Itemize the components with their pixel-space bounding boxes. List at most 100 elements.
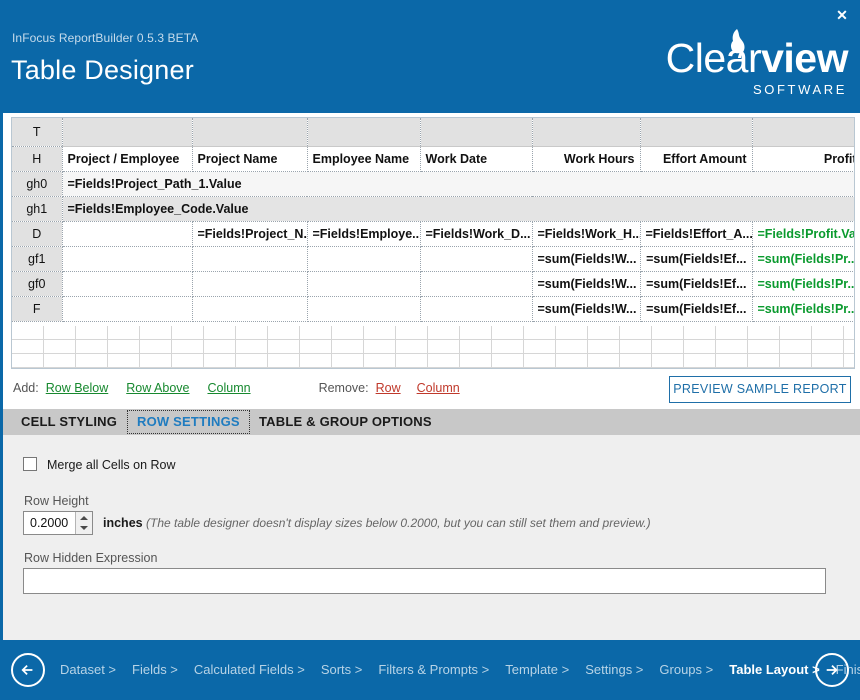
preview-sample-report-button[interactable]: PREVIEW SAMPLE REPORT	[669, 376, 851, 403]
merge-all-cells-label: Merge all Cells on Row	[47, 458, 176, 472]
cell-gf0-3[interactable]	[420, 271, 533, 297]
merge-all-cells-checkbox[interactable]	[23, 457, 37, 471]
table-row-h[interactable]: H Project / Employee Project Name Employee …	[12, 146, 854, 172]
cell-t-2[interactable]	[307, 118, 421, 147]
cell-f-5[interactable]: =sum(Fields!Ef...	[640, 296, 753, 322]
cell-h-1[interactable]: Project Name	[192, 146, 308, 172]
cell-gf1-6[interactable]: =sum(Fields!Pr...	[752, 246, 854, 272]
row-header-d[interactable]: D	[12, 221, 63, 247]
cell-f-6[interactable]: =sum(Fields!Pr...	[752, 296, 854, 322]
close-icon[interactable]: ✕	[833, 6, 851, 24]
cell-d-2[interactable]: =Fields!Employe...	[307, 221, 421, 247]
cell-t-3[interactable]	[420, 118, 533, 147]
cell-d-3[interactable]: =Fields!Work_D...	[420, 221, 533, 247]
cell-h-6[interactable]: Profit	[752, 146, 854, 172]
cell-f-4[interactable]: =sum(Fields!W...	[532, 296, 641, 322]
table-row-gh0[interactable]: gh0 =Fields!Project_Path_1.Value	[12, 171, 854, 197]
cell-gf0-5[interactable]: =sum(Fields!Ef...	[640, 271, 753, 297]
wizard-step-settings[interactable]: Settings >	[585, 662, 643, 677]
table-row-gf0[interactable]: gf0 =sum(Fields!W... =sum(Fields!Ef... =sum…	[12, 271, 854, 297]
cell-d-5[interactable]: =Fields!Effort_A...	[640, 221, 753, 247]
table-row-t[interactable]: T	[12, 118, 854, 147]
add-column-link[interactable]: Column	[207, 381, 250, 395]
cell-d-1[interactable]: =Fields!Project_N...	[192, 221, 308, 247]
table-row-gf1[interactable]: gf1 =sum(Fields!W... =sum(Fields!Ef... =sum…	[12, 246, 854, 272]
row-height-stepper[interactable]: 0.2000	[23, 511, 93, 535]
merge-cells-row: Merge all Cells on Row	[23, 456, 176, 474]
remove-row-link[interactable]: Row	[376, 381, 401, 395]
row-header-h[interactable]: H	[12, 146, 63, 172]
cell-t-1[interactable]	[192, 118, 308, 147]
row-height-value[interactable]: 0.2000	[24, 512, 75, 534]
cell-t-5[interactable]	[640, 118, 753, 147]
tab-row-settings[interactable]: ROW SETTINGS	[127, 410, 250, 434]
cell-gf0-0[interactable]	[62, 271, 193, 297]
table-row-d[interactable]: D =Fields!Project_N... =Fields!Employe... =…	[12, 221, 854, 247]
cell-h-3[interactable]: Work Date	[420, 146, 533, 172]
row-header-gh1[interactable]: gh1	[12, 196, 63, 222]
wizard-step-sorts[interactable]: Sorts >	[321, 662, 363, 677]
row-height-label: Row Height	[24, 494, 89, 508]
add-row-above-link[interactable]: Row Above	[126, 381, 189, 395]
table-grid[interactable]: T H Project / Employee Project Name Employee…	[11, 117, 855, 369]
cell-gf0-2[interactable]	[307, 271, 421, 297]
row-height-hint: (The table designer doesn't display size…	[146, 516, 651, 530]
cell-gf1-4[interactable]: =sum(Fields!W...	[532, 246, 641, 272]
wizard-step-fields[interactable]: Fields >	[132, 662, 178, 677]
cell-f-2[interactable]	[307, 296, 421, 322]
next-button[interactable]	[815, 653, 849, 687]
cell-gf1-5[interactable]: =sum(Fields!Ef...	[640, 246, 753, 272]
cell-f-3[interactable]	[420, 296, 533, 322]
wizard-step-dataset[interactable]: Dataset >	[60, 662, 116, 677]
row-header-gf1[interactable]: gf1	[12, 246, 63, 272]
settings-tabstrip: CELL STYLING ROW SETTINGS TABLE & GROUP …	[0, 409, 860, 435]
cell-h-2[interactable]: Employee Name	[307, 146, 421, 172]
merged-cell[interactable]: =Fields!Project_Path_1.Value	[62, 171, 854, 197]
add-row-below-link[interactable]: Row Below	[46, 381, 109, 395]
cell-d-0[interactable]	[62, 221, 193, 247]
wizard-step-filters-prompts[interactable]: Filters & Prompts >	[378, 662, 489, 677]
row-header-gf0[interactable]: gf0	[12, 271, 63, 297]
cell-f-0[interactable]	[62, 296, 193, 322]
table-layout-grid[interactable]: T H Project / Employee Project Name Employee…	[12, 118, 854, 322]
cell-t-0[interactable]	[62, 118, 193, 147]
cell-gf0-4[interactable]: =sum(Fields!W...	[532, 271, 641, 297]
cell-h-0[interactable]: Project / Employee	[62, 146, 193, 172]
row-height-units-label: inches	[103, 516, 143, 530]
wizard-step-groups[interactable]: Groups >	[659, 662, 713, 677]
tab-cell-styling[interactable]: CELL STYLING	[12, 409, 126, 435]
row-hidden-expression-input[interactable]	[23, 568, 826, 594]
page-title: Table Designer	[11, 55, 194, 85]
row-height-spin-buttons[interactable]	[75, 512, 92, 534]
cell-gf1-1[interactable]	[192, 246, 308, 272]
row-header-f[interactable]: F	[12, 296, 63, 322]
tab-table-group-options[interactable]: TABLE & GROUP OPTIONS	[250, 409, 441, 435]
cell-h-5[interactable]: Effort Amount	[640, 146, 753, 172]
spin-down-icon[interactable]	[80, 526, 88, 530]
table-row-f[interactable]: F =sum(Fields!W... =sum(Fields!Ef... =sum(F…	[12, 296, 854, 322]
wizard-step-table-layout[interactable]: Table Layout >	[729, 662, 819, 677]
wizard-step-calculated-fields[interactable]: Calculated Fields >	[194, 662, 305, 677]
back-button[interactable]	[11, 653, 45, 687]
logo-word-thin: Clear	[665, 35, 762, 81]
table-row-gh1[interactable]: gh1 =Fields!Employee_Code.Value	[12, 196, 854, 222]
cell-f-1[interactable]	[192, 296, 308, 322]
cell-h-4[interactable]: Work Hours	[532, 146, 641, 172]
wizard-step-template[interactable]: Template >	[505, 662, 569, 677]
cell-gf0-1[interactable]	[192, 271, 308, 297]
empty-grid-filler[interactable]	[12, 326, 854, 368]
cell-d-6[interactable]: =Fields!Profit.Va...	[752, 221, 854, 247]
remove-column-link[interactable]: Column	[417, 381, 460, 395]
cell-gf1-3[interactable]	[420, 246, 533, 272]
row-header-gh0[interactable]: gh0	[12, 171, 63, 197]
cell-gf0-6[interactable]: =sum(Fields!Pr...	[752, 271, 854, 297]
merged-cell[interactable]: =Fields!Employee_Code.Value	[62, 196, 854, 222]
spin-up-icon[interactable]	[80, 516, 88, 520]
cell-t-6[interactable]	[752, 118, 854, 147]
cell-gf1-2[interactable]	[307, 246, 421, 272]
row-header-t[interactable]: T	[12, 118, 63, 147]
cell-t-4[interactable]	[532, 118, 641, 147]
cell-gf1-0[interactable]	[62, 246, 193, 272]
row-column-actions: Add: Row Below Row Above Column Remove: Row Co…	[13, 381, 476, 395]
cell-d-4[interactable]: =Fields!Work_H...	[532, 221, 641, 247]
